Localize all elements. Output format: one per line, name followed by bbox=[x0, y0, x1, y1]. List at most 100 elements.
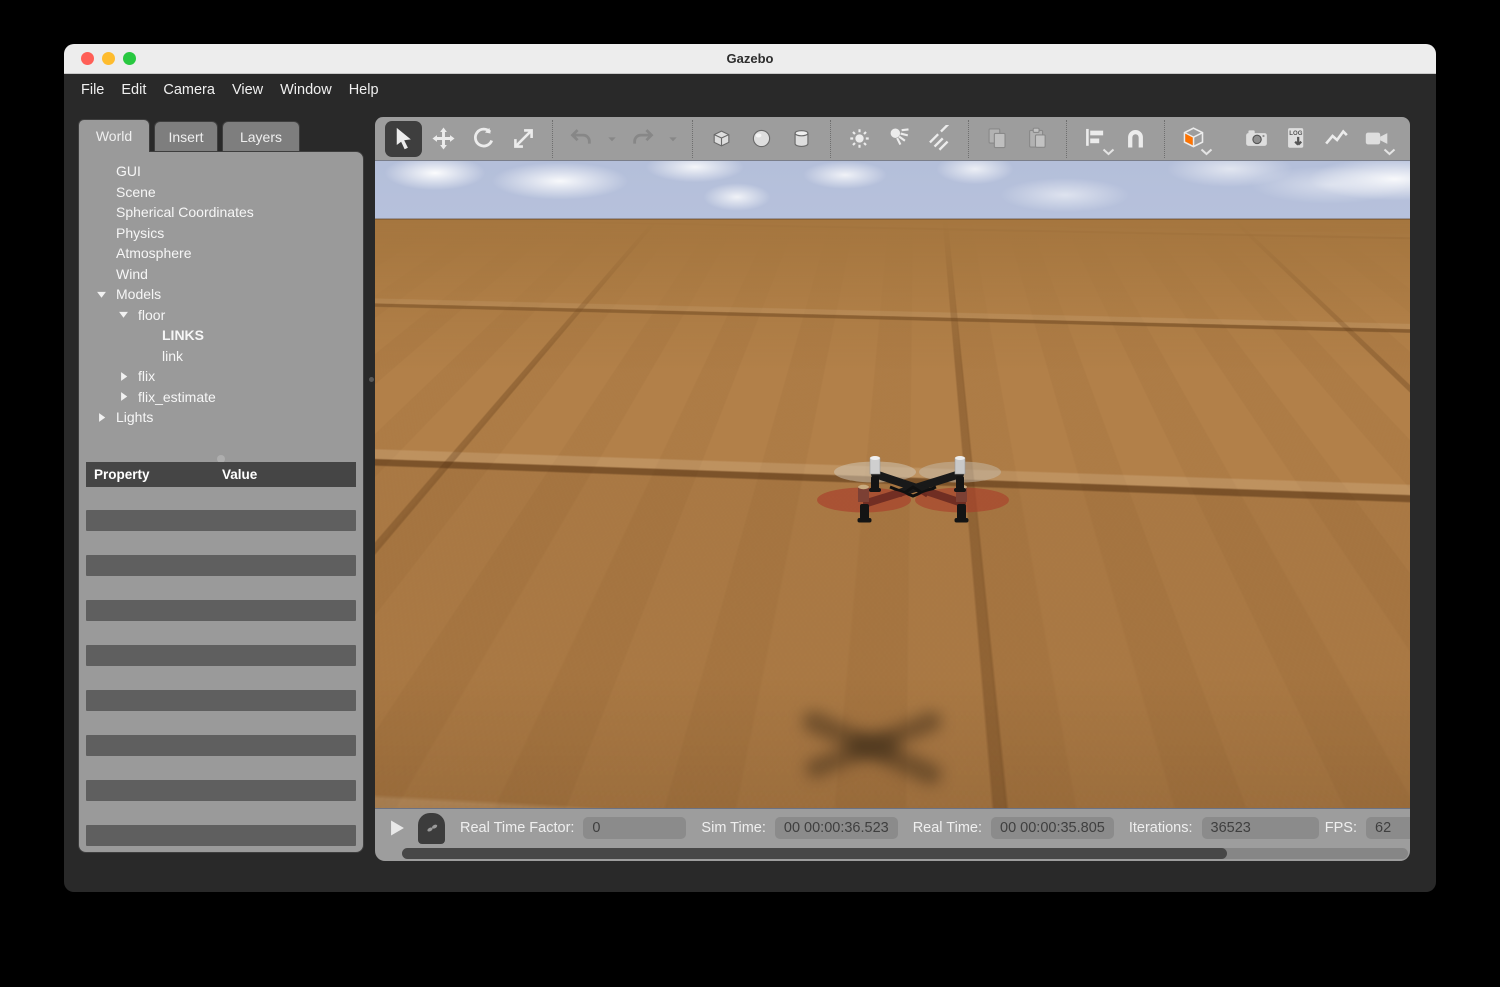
world-panel: GUISceneSpherical CoordinatesPhysicsAtmo… bbox=[78, 151, 364, 853]
tree-item-link[interactable]: link bbox=[79, 346, 363, 367]
menu-file[interactable]: File bbox=[81, 82, 104, 98]
collapse-arrow-icon[interactable] bbox=[118, 309, 129, 320]
tree-item-atmosphere[interactable]: Atmosphere bbox=[79, 243, 363, 264]
insert-directional-light-button[interactable] bbox=[921, 121, 958, 157]
horizontal-scrollbar[interactable] bbox=[402, 848, 1408, 859]
undo-history-button bbox=[603, 121, 621, 157]
drone-shadow bbox=[793, 717, 958, 779]
property-empty-row bbox=[86, 735, 356, 756]
tree-item-floor[interactable]: floor bbox=[79, 305, 363, 326]
menu-camera[interactable]: Camera bbox=[163, 82, 215, 98]
tree-item-spherical-coordinates[interactable]: Spherical Coordinates bbox=[79, 202, 363, 223]
box-icon bbox=[708, 125, 735, 152]
log-record-icon: LOG bbox=[1283, 125, 1310, 152]
render-scene[interactable] bbox=[375, 160, 1410, 809]
insert-point-light-button[interactable] bbox=[841, 121, 878, 157]
status-field-simtime: Sim Time:00 00:00:36.523 bbox=[701, 817, 897, 839]
toolbar: LOG bbox=[375, 117, 1410, 160]
property-empty-row bbox=[86, 510, 356, 531]
tab-layers[interactable]: Layers bbox=[222, 121, 300, 151]
record-video-button[interactable] bbox=[1358, 121, 1395, 157]
insert-spot-light-button[interactable] bbox=[881, 121, 918, 157]
expand-arrow-icon[interactable] bbox=[96, 412, 107, 423]
insert-sphere-button[interactable] bbox=[743, 121, 780, 157]
translate-icon bbox=[430, 125, 457, 152]
horizon-line bbox=[375, 218, 1410, 220]
property-empty-row bbox=[86, 555, 356, 576]
redo-button bbox=[624, 121, 661, 157]
status-value-rtf: 0 bbox=[583, 817, 686, 839]
menu-down-icon bbox=[604, 131, 620, 147]
tree-item-models[interactable]: Models bbox=[79, 284, 363, 305]
undo-button bbox=[563, 121, 600, 157]
status-field-fps: FPS: 62 bbox=[1325, 817, 1410, 839]
quadcopter-model[interactable] bbox=[812, 446, 1012, 541]
status-field-realtime: Real Time:00 00:00:35.805 bbox=[913, 817, 1114, 839]
status-field-rtf: Real Time Factor:0 bbox=[460, 817, 686, 839]
world-tree: GUISceneSpherical CoordinatesPhysicsAtmo… bbox=[79, 152, 363, 428]
collapse-arrow-icon[interactable] bbox=[96, 289, 107, 300]
plot-button[interactable] bbox=[1318, 121, 1355, 157]
tree-item-scene[interactable]: Scene bbox=[79, 182, 363, 203]
value-column-header: Value bbox=[222, 467, 257, 482]
insert-box-button[interactable] bbox=[703, 121, 740, 157]
scale-mode-button[interactable] bbox=[505, 121, 542, 157]
titlebar: Gazebo bbox=[64, 44, 1436, 74]
tree-item-links[interactable]: LINKS bbox=[79, 325, 363, 346]
status-value-simtime: 00 00:00:36.523 bbox=[775, 817, 898, 839]
tree-item-physics[interactable]: Physics bbox=[79, 223, 363, 244]
expand-arrow-icon[interactable] bbox=[118, 371, 129, 382]
panel-splitter-dot[interactable] bbox=[369, 377, 374, 382]
paste-button bbox=[1019, 121, 1056, 157]
rotate-icon bbox=[470, 125, 497, 152]
paste-icon bbox=[1024, 125, 1051, 152]
align-button[interactable] bbox=[1077, 121, 1114, 157]
scale-icon bbox=[510, 125, 537, 152]
status-value-fps: 62 bbox=[1366, 817, 1410, 839]
expand-arrow-icon[interactable] bbox=[118, 391, 129, 402]
tree-item-wind[interactable]: Wind bbox=[79, 264, 363, 285]
toolbar-separator bbox=[968, 120, 969, 158]
select-mode-button[interactable] bbox=[385, 121, 422, 157]
property-column-header: Property bbox=[86, 467, 222, 482]
toolbar-separator bbox=[1066, 120, 1067, 158]
step-button[interactable] bbox=[418, 813, 445, 844]
tree-item-flix[interactable]: flix bbox=[79, 366, 363, 387]
tab-insert[interactable]: Insert bbox=[154, 121, 218, 151]
spot-light-icon bbox=[886, 125, 913, 152]
undo-icon bbox=[568, 125, 595, 152]
statusbar: Real Time Factor:0 Sim Time:00 00:00:36.5… bbox=[375, 809, 1410, 861]
cylinder-icon bbox=[788, 125, 815, 152]
directional-light-icon bbox=[926, 125, 953, 152]
status-field-iterations: Iterations:36523 bbox=[1129, 817, 1319, 839]
log-data-button[interactable]: LOG bbox=[1278, 121, 1315, 157]
rotate-mode-button[interactable] bbox=[465, 121, 502, 157]
svg-text:LOG: LOG bbox=[1289, 131, 1302, 137]
point-light-icon bbox=[846, 125, 873, 152]
scrollbar-thumb[interactable] bbox=[402, 848, 1227, 859]
property-empty-row bbox=[86, 690, 356, 711]
property-empty-row bbox=[86, 780, 356, 801]
change-view-angle-button[interactable] bbox=[1175, 121, 1212, 157]
toolbar-separator bbox=[552, 120, 553, 158]
menu-edit[interactable]: Edit bbox=[121, 82, 146, 98]
status-label-fps: FPS: bbox=[1325, 820, 1357, 836]
translate-mode-button[interactable] bbox=[425, 121, 462, 157]
property-empty-row bbox=[86, 825, 356, 846]
tab-world[interactable]: World bbox=[78, 119, 150, 152]
menu-help[interactable]: Help bbox=[349, 82, 379, 98]
tree-item-flix_estimate[interactable]: flix_estimate bbox=[79, 387, 363, 408]
window-title: Gazebo bbox=[64, 51, 1436, 66]
status-value-iterations: 36523 bbox=[1202, 817, 1319, 839]
menu-view[interactable]: View bbox=[232, 82, 263, 98]
snap-button[interactable] bbox=[1117, 121, 1154, 157]
menu-window[interactable]: Window bbox=[280, 82, 332, 98]
menubar: File Edit Camera View Window Help bbox=[64, 74, 1436, 106]
play-button[interactable] bbox=[390, 819, 405, 837]
tree-item-gui[interactable]: GUI bbox=[79, 161, 363, 182]
property-empty-row bbox=[86, 600, 356, 621]
menu-down-icon bbox=[665, 131, 681, 147]
tree-item-lights[interactable]: Lights bbox=[79, 407, 363, 428]
insert-cylinder-button[interactable] bbox=[783, 121, 820, 157]
screenshot-button[interactable] bbox=[1238, 121, 1275, 157]
